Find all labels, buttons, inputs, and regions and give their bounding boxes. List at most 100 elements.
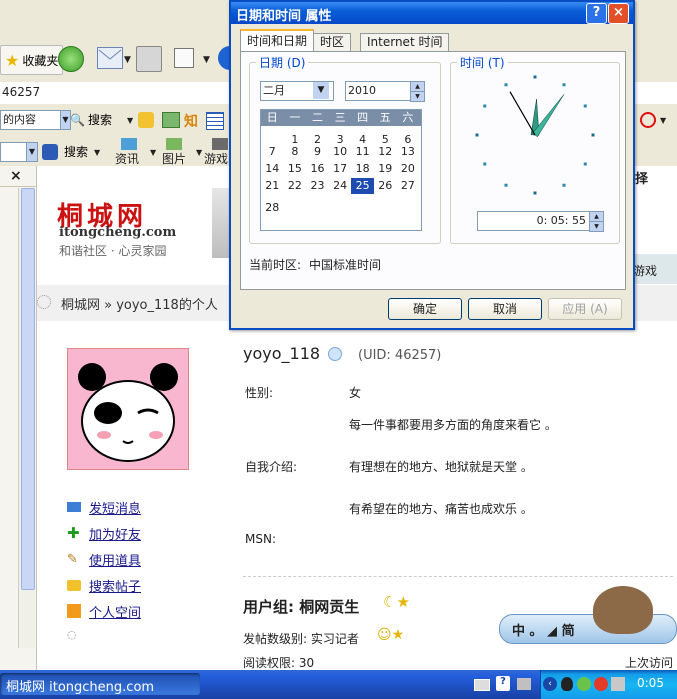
tray-green-icon[interactable] [577, 677, 591, 691]
smiley-star-icon: ☺★ [377, 627, 405, 643]
calendar-weekday-header: 日一二三四五六 [261, 110, 421, 126]
calendar-day[interactable]: 18 [351, 161, 374, 177]
favorites-button[interactable]: ★ 收藏夹 [0, 45, 64, 75]
calendar-day[interactable]: 24 [329, 178, 352, 194]
calendar-day[interactable]: 20 [397, 161, 420, 177]
tray-collapse-icon[interactable]: ‹ [543, 677, 557, 691]
action-add-friend[interactable]: ✚ 加为好友 [67, 520, 141, 546]
calendar-day[interactable]: 15 [284, 161, 307, 177]
calendar-day[interactable]: 7 [261, 144, 284, 160]
system-tray: ‹ 0:05 [540, 670, 677, 699]
pictures-dropdown-icon[interactable]: ▼ [196, 148, 202, 157]
motto-line: 每一件事都要用多方面的角度来看它 。 [349, 418, 557, 432]
network-icon[interactable] [611, 677, 625, 691]
action-send-message[interactable]: 发短消息 [67, 494, 141, 520]
action-search-posts[interactable]: 搜索帖子 [67, 572, 141, 598]
calendar-day[interactable]: 27 [397, 178, 420, 194]
toolbar3-combo-dropdown[interactable]: ▼ [26, 142, 38, 162]
clock-hour-mark [591, 133, 595, 137]
qq-icon[interactable] [561, 677, 573, 691]
tab-internet-time[interactable]: Internet 时间 [360, 33, 450, 51]
games-button[interactable]: 游戏 [204, 150, 228, 167]
print-icon[interactable] [136, 46, 162, 72]
month-dropdown-icon[interactable]: ▼ [313, 82, 329, 99]
time-down-icon[interactable]: ▼ [589, 221, 604, 232]
weekday-header: 二 [311, 111, 323, 124]
weekday-header: 四 [357, 111, 369, 124]
weekday-header: 六 [402, 111, 414, 124]
pencil-icon[interactable] [138, 112, 154, 128]
panel-close-icon[interactable]: × [10, 168, 22, 184]
weekday-header: 三 [334, 111, 346, 124]
taskbar-window-title: 桐城网 itongcheng.com [6, 680, 155, 695]
calendar-day[interactable]: 16 [306, 161, 329, 177]
help-tray-icon[interactable]: ? [496, 676, 510, 691]
edit-icon[interactable] [174, 48, 194, 68]
calendar-day[interactable]: 12 [374, 144, 397, 160]
home-icon [37, 295, 51, 309]
pictures-button[interactable]: 图片 [162, 150, 186, 167]
calendar-day[interactable]: 26 [374, 178, 397, 194]
calendar-day[interactable]: 23 [306, 178, 329, 194]
time-field[interactable]: 0: 05: 55 [477, 211, 591, 231]
action-satellite[interactable]: ◌ [67, 624, 141, 644]
calendar-day[interactable]: 10 [329, 144, 352, 160]
msn-label: MSN: [245, 532, 276, 546]
zhi-button[interactable]: 知 [184, 111, 198, 131]
calendar-day[interactable]: 9 [306, 144, 329, 160]
help-button[interactable]: ? [586, 3, 607, 24]
tray-shield-icon[interactable] [594, 677, 608, 691]
table-icon[interactable] [206, 112, 224, 130]
taskbar-window-button[interactable]: 桐城网 itongcheng.com [0, 673, 200, 695]
toolbar-search-button[interactable]: 🔍 搜索 [70, 111, 112, 128]
intro-line-1: 有理想在的地方、地狱就是天堂 。 [349, 460, 533, 474]
time-group-label: 时间 (T) [457, 54, 508, 71]
year-down-icon[interactable]: ▼ [410, 91, 425, 102]
cancel-button[interactable]: 取消 [468, 298, 542, 320]
calendar-day[interactable]: 13 [397, 144, 420, 160]
refresh-icon[interactable] [58, 46, 84, 72]
breadcrumb[interactable]: 桐城网 » yoyo_118的个人 [61, 294, 218, 313]
toolbar3-search-dropdown[interactable]: ▼ [94, 148, 100, 157]
calendar-day[interactable]: 21 [261, 178, 284, 194]
calendar-day[interactable]: 25 [351, 178, 374, 194]
info-button[interactable]: 资讯 [115, 150, 139, 167]
panel-scrollbar[interactable] [18, 188, 35, 648]
tab-timezone[interactable]: 时区 [313, 33, 352, 51]
nav-tab-games[interactable]: 游戏 [633, 262, 657, 279]
edit-dropdown-icon[interactable]: ▼ [203, 55, 210, 65]
calendar-day[interactable]: 22 [284, 178, 307, 194]
popup-dropdown-icon[interactable]: ▼ [660, 116, 666, 125]
clock-hour-mark [483, 162, 487, 166]
calendar-day[interactable]: 11 [351, 144, 374, 160]
popup-block-icon[interactable] [640, 112, 656, 128]
close-button[interactable]: × [608, 3, 629, 24]
action-use-item[interactable]: ✎ 使用道具 [67, 546, 141, 572]
clock-hour-mark [504, 183, 508, 187]
avatar [67, 348, 189, 470]
action-personal-space[interactable]: 个人空间 [67, 598, 141, 624]
mail-dropdown-icon[interactable]: ▼ [124, 55, 131, 65]
apply-button[interactable]: 应用 (A) [548, 298, 622, 320]
calendar-day[interactable]: 19 [374, 161, 397, 177]
analog-clock [475, 75, 595, 195]
toolbar3-search-button[interactable]: 搜索 [64, 143, 88, 160]
calendar-row: 123456 [261, 127, 421, 146]
calendar-row: 28 [261, 195, 421, 214]
search-scope-combo[interactable]: 的内容 [0, 110, 62, 130]
info-dropdown-icon[interactable]: ▼ [150, 148, 156, 157]
panel-scroll-thumb[interactable] [21, 188, 35, 590]
tab-time-date[interactable]: 时间和日期 [240, 29, 315, 51]
calendar-day[interactable]: 14 [261, 161, 284, 177]
dialog-titlebar[interactable]: 日期和时间 属性 ? × [231, 2, 633, 24]
calendar-day[interactable]: 8 [284, 144, 307, 160]
year-field[interactable]: 2010 [345, 81, 411, 101]
mail-icon[interactable] [97, 47, 123, 69]
keyboard-icon[interactable] [474, 679, 490, 691]
calendar-day[interactable]: 28 [261, 200, 284, 216]
ok-button[interactable]: 确定 [388, 298, 462, 320]
tray-app-icon[interactable] [517, 678, 531, 690]
search-dropdown-icon[interactable]: ▼ [127, 116, 133, 125]
image-icon[interactable] [162, 112, 180, 128]
calendar-day[interactable]: 17 [329, 161, 352, 177]
